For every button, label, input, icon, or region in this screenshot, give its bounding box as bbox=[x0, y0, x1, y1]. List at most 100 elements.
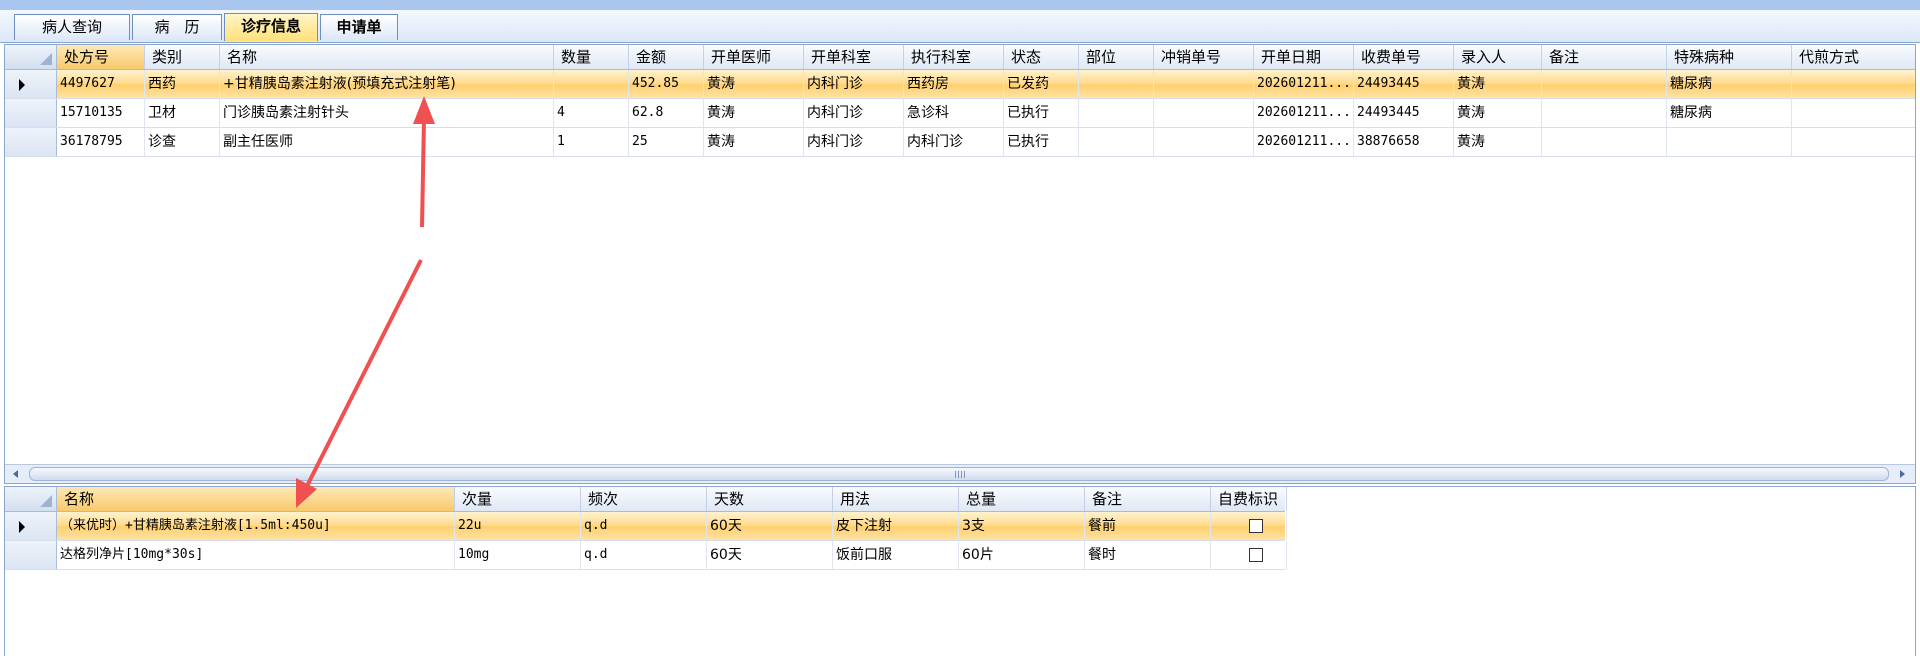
self-pay-checkbox[interactable] bbox=[1249, 548, 1263, 562]
top-col-header[interactable]: 开单科室 bbox=[804, 45, 904, 69]
table-cell[interactable]: 糖尿病 bbox=[1667, 99, 1792, 127]
row-header[interactable] bbox=[5, 99, 57, 127]
table-cell[interactable]: 黄涛 bbox=[1454, 70, 1542, 98]
table-cell[interactable]: 1 bbox=[554, 128, 629, 156]
table-cell[interactable]: 西药 bbox=[145, 70, 220, 98]
row-header[interactable] bbox=[5, 128, 57, 156]
table-cell[interactable] bbox=[1079, 128, 1154, 156]
table-cell[interactable]: 达格列净片[10mg*30s] bbox=[57, 541, 455, 569]
bottom-col-header[interactable]: 次量 bbox=[455, 487, 581, 511]
table-cell[interactable]: 黄涛 bbox=[704, 128, 804, 156]
table-cell[interactable] bbox=[1079, 70, 1154, 98]
table-cell[interactable]: 452.85 bbox=[629, 70, 704, 98]
table-cell[interactable]: 内科门诊 bbox=[804, 99, 904, 127]
table-cell[interactable]: 西药房 bbox=[904, 70, 1004, 98]
table-cell[interactable] bbox=[1792, 128, 1915, 156]
table-row[interactable]: 达格列净片[10mg*30s] 10mg q.d 60天 饭前口服 60片 餐时 bbox=[5, 541, 1287, 570]
tab-diagnosis-info[interactable]: 诊疗信息 bbox=[224, 13, 318, 41]
table-cell[interactable]: 202601211... bbox=[1254, 99, 1354, 127]
row-header[interactable] bbox=[5, 70, 57, 98]
table-cell[interactable]: 202601211... bbox=[1254, 128, 1354, 156]
horizontal-scrollbar[interactable] bbox=[5, 464, 1915, 483]
table-cell[interactable]: 62.8 bbox=[629, 99, 704, 127]
table-cell[interactable] bbox=[1079, 99, 1154, 127]
table-cell[interactable]: 黄涛 bbox=[704, 99, 804, 127]
bottom-col-header[interactable]: 总量 bbox=[959, 487, 1085, 511]
table-cell[interactable]: 诊查 bbox=[145, 128, 220, 156]
bottom-col-header[interactable]: 用法 bbox=[833, 487, 959, 511]
table-cell[interactable]: 36178795 bbox=[57, 128, 145, 156]
bottom-col-header[interactable]: 天数 bbox=[707, 487, 833, 511]
row-header[interactable] bbox=[5, 541, 57, 569]
table-cell[interactable]: 急诊科 bbox=[904, 99, 1004, 127]
table-cell[interactable]: q.d bbox=[581, 512, 707, 540]
top-col-header[interactable]: 状态 bbox=[1004, 45, 1079, 69]
table-cell[interactable] bbox=[1154, 70, 1254, 98]
bottom-col-header[interactable]: 自费标识 bbox=[1211, 487, 1287, 511]
top-col-header[interactable]: 数量 bbox=[554, 45, 629, 69]
table-cell[interactable]: 10mg bbox=[455, 541, 581, 569]
table-cell[interactable]: 38876658 bbox=[1354, 128, 1454, 156]
table-cell[interactable] bbox=[1542, 128, 1667, 156]
top-col-header[interactable]: 开单医师 bbox=[704, 45, 804, 69]
scroll-left-icon[interactable] bbox=[7, 466, 25, 482]
top-col-header[interactable]: 特殊病种 bbox=[1667, 45, 1792, 69]
table-cell[interactable]: q.d bbox=[581, 541, 707, 569]
table-cell[interactable] bbox=[1792, 70, 1915, 98]
table-cell[interactable]: 4 bbox=[554, 99, 629, 127]
bottom-col-header[interactable]: 名称 bbox=[57, 487, 455, 511]
tab-patient-query[interactable]: 病人查询 bbox=[14, 14, 130, 40]
table-cell[interactable]: 60天 bbox=[707, 512, 833, 540]
table-cell[interactable]: +甘精胰岛素注射液(预填充式注射笔) bbox=[220, 70, 554, 98]
top-col-header[interactable]: 代煎方式 bbox=[1792, 45, 1915, 69]
tab-medical-record[interactable]: 病 历 bbox=[132, 14, 222, 40]
top-col-header[interactable]: 部位 bbox=[1079, 45, 1154, 69]
row-header[interactable] bbox=[5, 512, 57, 540]
table-cell[interactable]: 饭前口服 bbox=[833, 541, 959, 569]
table-cell[interactable]: 副主任医师 bbox=[220, 128, 554, 156]
table-row[interactable]: 15710135 卫材 门诊胰岛素注射针头 4 62.8 黄涛 内科门诊 急诊科 已执行 2026… bbox=[5, 99, 1915, 128]
top-col-header[interactable]: 冲销单号 bbox=[1154, 45, 1254, 69]
top-col-header[interactable]: 名称 bbox=[220, 45, 554, 69]
table-cell[interactable]: 餐前 bbox=[1085, 512, 1211, 540]
table-cell[interactable] bbox=[554, 70, 629, 98]
table-row[interactable]: （来优时）+甘精胰岛素注射液[1.5ml:450u] 22u q.d 60天 皮下注射 3… bbox=[5, 512, 1287, 541]
table-cell[interactable]: 卫材 bbox=[145, 99, 220, 127]
table-cell[interactable]: 内科门诊 bbox=[904, 128, 1004, 156]
table-cell[interactable]: 黄涛 bbox=[704, 70, 804, 98]
table-cell[interactable]: 内科门诊 bbox=[804, 128, 904, 156]
scroll-right-icon[interactable] bbox=[1893, 466, 1911, 482]
top-col-header[interactable]: 收费单号 bbox=[1354, 45, 1454, 69]
top-col-header[interactable]: 备注 bbox=[1542, 45, 1667, 69]
bottom-col-header[interactable]: 备注 bbox=[1085, 487, 1211, 511]
table-cell[interactable]: 60天 bbox=[707, 541, 833, 569]
table-cell[interactable] bbox=[1154, 99, 1254, 127]
table-cell[interactable]: 内科门诊 bbox=[804, 70, 904, 98]
table-cell[interactable] bbox=[1542, 99, 1667, 127]
table-cell[interactable]: 黄涛 bbox=[1454, 99, 1542, 127]
scrollbar-thumb[interactable] bbox=[29, 467, 1889, 481]
table-cell[interactable]: 15710135 bbox=[57, 99, 145, 127]
table-cell[interactable]: 25 bbox=[629, 128, 704, 156]
top-col-header[interactable]: 开单日期 bbox=[1254, 45, 1354, 69]
tab-application-form[interactable]: 申请单 bbox=[320, 14, 398, 40]
table-cell[interactable]: 4497627 bbox=[57, 70, 145, 98]
table-row[interactable]: 36178795 诊查 副主任医师 1 25 黄涛 内科门诊 内科门诊 已执行 202601211… bbox=[5, 128, 1915, 157]
top-col-header[interactable]: 处方号 bbox=[57, 45, 145, 69]
table-cell[interactable]: （来优时）+甘精胰岛素注射液[1.5ml:450u] bbox=[57, 512, 455, 540]
table-cell[interactable]: 60片 bbox=[959, 541, 1085, 569]
table-cell[interactable]: 22u bbox=[455, 512, 581, 540]
table-cell[interactable]: 皮下注射 bbox=[833, 512, 959, 540]
table-cell[interactable]: 餐时 bbox=[1085, 541, 1211, 569]
table-cell[interactable]: 202601211... bbox=[1254, 70, 1354, 98]
table-cell[interactable] bbox=[1154, 128, 1254, 156]
table-cell[interactable]: 已执行 bbox=[1004, 99, 1079, 127]
table-cell[interactable] bbox=[1667, 128, 1792, 156]
table-cell[interactable]: 糖尿病 bbox=[1667, 70, 1792, 98]
table-cell[interactable]: 3支 bbox=[959, 512, 1085, 540]
table-cell[interactable]: 黄涛 bbox=[1454, 128, 1542, 156]
table-cell[interactable]: 已发药 bbox=[1004, 70, 1079, 98]
table-cell[interactable]: 24493445 bbox=[1354, 99, 1454, 127]
top-col-header[interactable]: 类别 bbox=[145, 45, 220, 69]
table-cell[interactable]: 已执行 bbox=[1004, 128, 1079, 156]
